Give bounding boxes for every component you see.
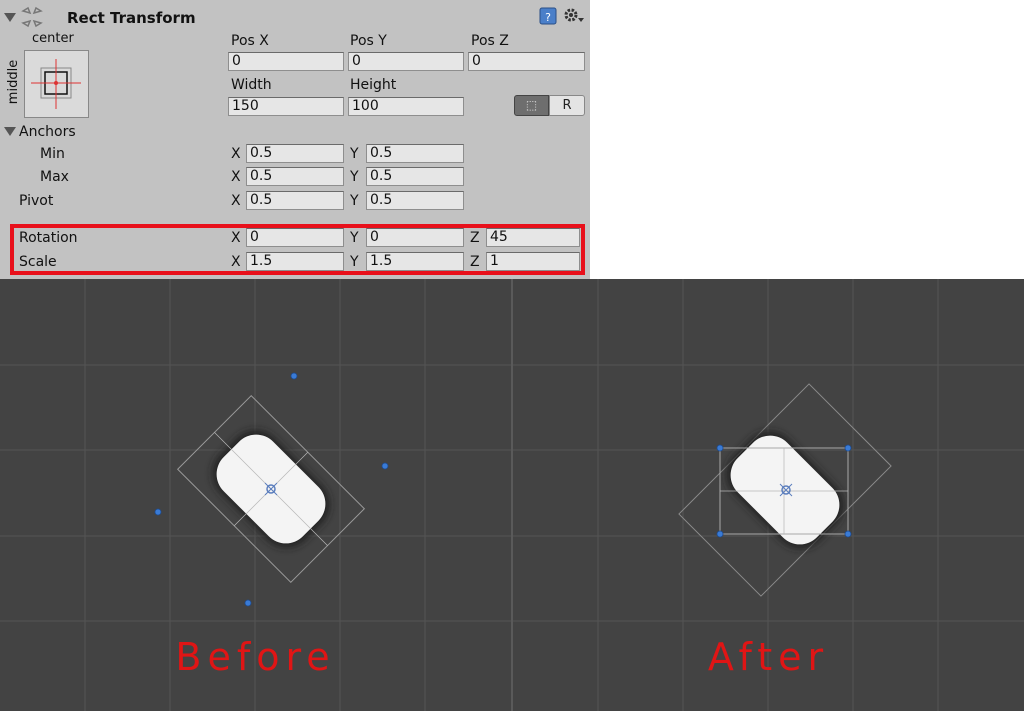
pivot-icon[interactable]	[779, 483, 793, 497]
pivot-label: Pivot	[19, 193, 54, 209]
rect-handle-left[interactable]	[154, 508, 162, 516]
pivot-y-axis-label: Y	[350, 193, 359, 209]
anchors-foldout-triangle-icon[interactable]	[4, 127, 16, 136]
rect-handle-top-right[interactable]	[844, 444, 852, 452]
pivot-x-field[interactable]: 0.5	[246, 191, 344, 210]
pos-y-label: Pos Y	[350, 33, 387, 49]
rotation-scale-highlight-box	[10, 224, 585, 275]
rect-transform-icon	[21, 6, 43, 28]
anchor-max-x-axis-label: X	[231, 169, 241, 185]
height-label: Height	[350, 77, 397, 93]
anchors-label[interactable]: Anchors	[19, 123, 76, 141]
pos-x-field[interactable]: 0	[228, 52, 344, 71]
rect-handle-top-left[interactable]	[716, 444, 724, 452]
anchor-min-x-axis-label: X	[231, 146, 241, 162]
raw-edit-button[interactable]: R	[549, 95, 585, 116]
rect-handle-bottom-right[interactable]	[844, 530, 852, 538]
pos-z-field[interactable]: 0	[468, 52, 585, 71]
anchor-max-x-field[interactable]: 0.5	[246, 167, 344, 186]
rect-handle-bottom-left[interactable]	[716, 530, 724, 538]
rect-handle-bottom[interactable]	[244, 599, 252, 607]
pivot-icon[interactable]	[264, 482, 278, 496]
anchor-max-label: Max	[40, 169, 69, 185]
anchor-preset-top-label: center	[32, 31, 74, 46]
anchor-preset-button[interactable]	[24, 50, 89, 118]
anchor-preset-side-label: middle	[6, 59, 22, 105]
component-title: Rect Transform	[67, 9, 196, 27]
pos-z-label: Pos Z	[471, 33, 509, 49]
pos-x-label: Pos X	[231, 33, 269, 49]
scene-view-after[interactable]: After	[513, 279, 1024, 711]
collapse-triangle-icon[interactable]	[4, 13, 16, 22]
svg-text:?: ?	[545, 11, 551, 24]
gear-icon[interactable]	[563, 7, 585, 25]
anchor-min-y-field[interactable]: 0.5	[366, 144, 464, 163]
after-caption: After	[707, 635, 830, 679]
pos-y-field[interactable]: 0	[348, 52, 464, 71]
help-book-icon[interactable]: ?	[539, 7, 558, 26]
anchor-min-y-axis-label: Y	[350, 146, 359, 162]
pivot-y-field[interactable]: 0.5	[366, 191, 464, 210]
blueprint-mode-button[interactable]: ⬚	[514, 95, 549, 116]
rect-handle-right[interactable]	[381, 462, 389, 470]
rect-handle-top[interactable]	[290, 372, 298, 380]
width-field[interactable]: 150	[228, 97, 344, 116]
anchor-min-x-field[interactable]: 0.5	[246, 144, 344, 163]
sprite-image[interactable]	[721, 426, 850, 555]
anchor-max-y-axis-label: Y	[350, 169, 359, 185]
scene-view-before[interactable]: Before	[0, 279, 511, 711]
anchor-preset-icon	[31, 59, 81, 109]
rect-transform-inspector: Rect Transform ? center middle Pos X Pos…	[0, 0, 590, 279]
pivot-x-axis-label: X	[231, 193, 241, 209]
height-field[interactable]: 100	[348, 97, 464, 116]
anchor-min-label: Min	[40, 146, 65, 162]
anchor-max-y-field[interactable]: 0.5	[366, 167, 464, 186]
width-label: Width	[231, 77, 272, 93]
before-caption: Before	[175, 635, 336, 679]
